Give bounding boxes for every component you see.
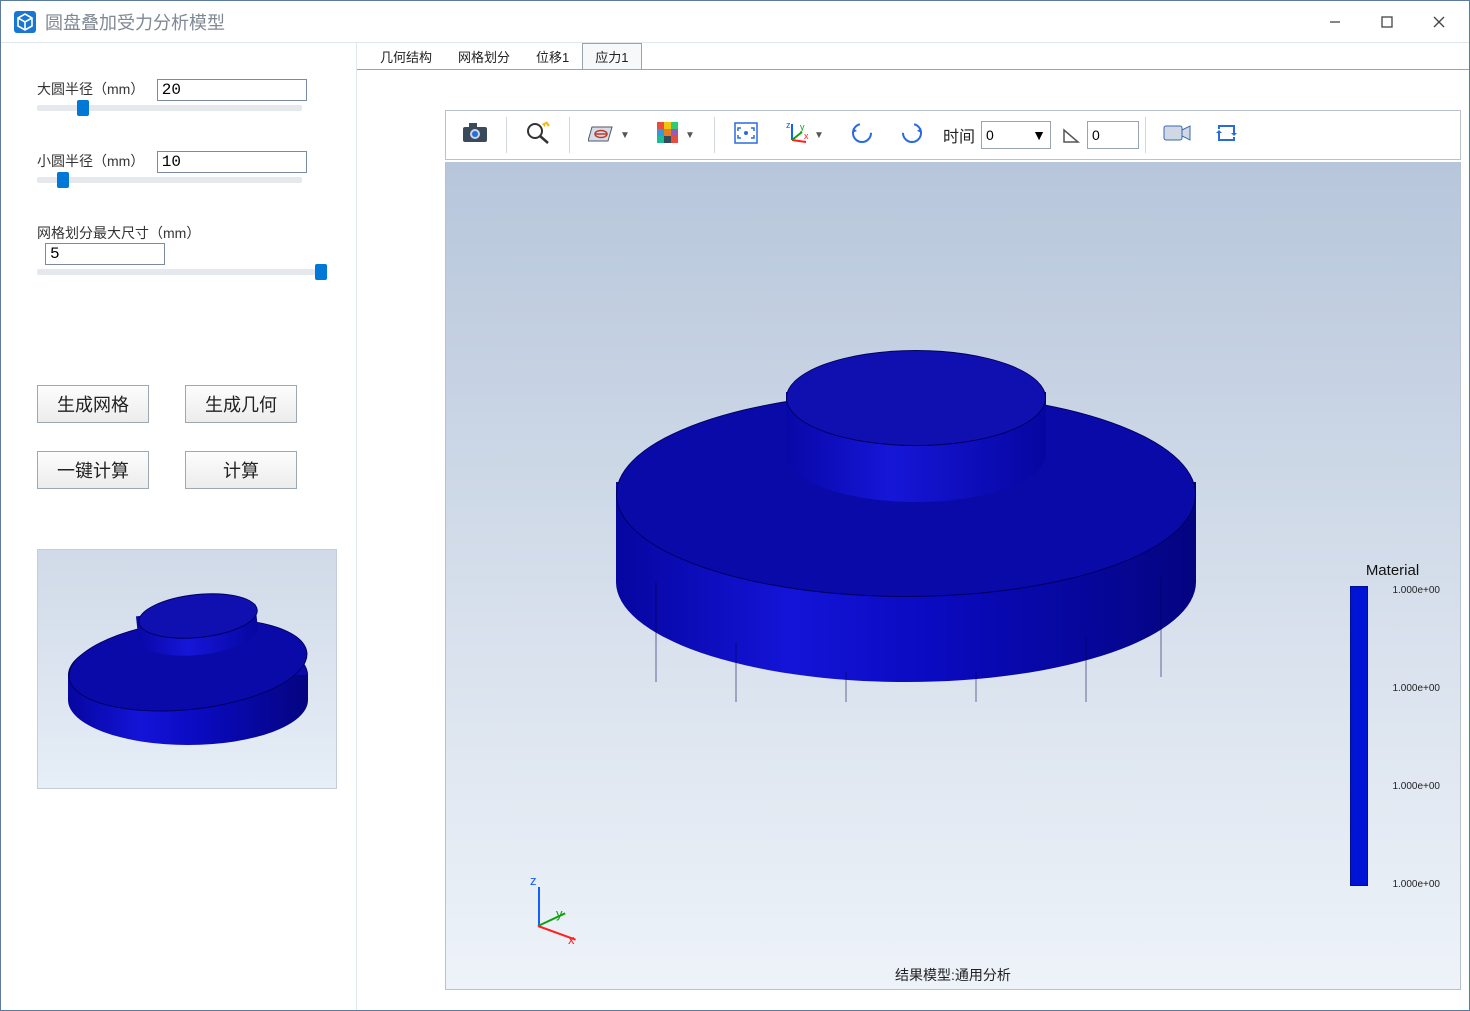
param-small-radius: 小圆半径（mm） <box>37 151 332 183</box>
legend-tick: 1.000e+00 <box>1392 880 1440 890</box>
axis-triad: z y x <box>516 879 586 949</box>
clipping-dropdown[interactable]: ▼ <box>578 114 640 156</box>
preview-thumbnail <box>37 549 337 789</box>
chevron-down-icon: ▼ <box>814 130 824 141</box>
chevron-down-icon: ▼ <box>620 130 630 141</box>
camera-icon <box>461 121 489 150</box>
viewer: ▼ ▼ zxy▼ 时间 0▼ <box>357 69 1469 1010</box>
mesh-size-input[interactable] <box>45 243 165 265</box>
video-camera-icon <box>1162 121 1192 150</box>
viewer-toolbar: ▼ ▼ zxy▼ 时间 0▼ <box>445 110 1461 160</box>
axis-x-label: x <box>568 932 575 947</box>
record-button[interactable] <box>1154 114 1200 156</box>
tab-displacement[interactable]: 位移1 <box>523 43 582 69</box>
axis-y-label: y <box>556 906 563 921</box>
chevron-down-icon: ▼ <box>685 130 695 141</box>
big-radius-slider[interactable] <box>37 105 302 111</box>
sidebar: 大圆半径（mm） 小圆半径（mm） 网格划分最大尺寸（mm） 生成网格 生成几何… <box>1 43 357 1010</box>
generate-geometry-button[interactable]: 生成几何 <box>185 385 297 423</box>
svg-text:y: y <box>800 122 805 132</box>
window-title: 圆盘叠加受力分析模型 <box>45 9 1309 35</box>
rotate-cw-button[interactable] <box>889 114 935 156</box>
content-area: 几何结构 网格划分 位移1 应力1 ▼ ▼ zxy▼ 时间 0▼ <box>357 43 1469 1010</box>
axis-icon: z xy <box>784 120 810 151</box>
mesh-size-label: 网格划分最大尺寸（mm） <box>37 223 200 243</box>
app-icon <box>11 8 39 36</box>
compute-button[interactable]: 计算 <box>185 451 297 489</box>
legend-title: Material <box>1345 562 1440 579</box>
angle-icon <box>1061 125 1081 145</box>
rotate-cw-icon <box>898 120 926 151</box>
frame-input[interactable] <box>1087 121 1139 149</box>
big-radius-input[interactable] <box>157 79 307 101</box>
legend-tick: 1.000e+00 <box>1392 684 1440 694</box>
colormap-dropdown[interactable]: ▼ <box>644 114 706 156</box>
legend-bar <box>1350 586 1368 886</box>
generate-mesh-button[interactable]: 生成网格 <box>37 385 149 423</box>
axis-orientation-dropdown[interactable]: z xy ▼ <box>773 114 835 156</box>
minimize-button[interactable] <box>1309 2 1361 42</box>
legend-tick: 1.000e+00 <box>1392 586 1440 596</box>
axis-z-label: z <box>530 873 537 888</box>
tabbar: 几何结构 网格划分 位移1 应力1 <box>357 43 1469 69</box>
zoom-tool-button[interactable] <box>515 114 561 156</box>
titlebar: 圆盘叠加受力分析模型 <box>1 1 1469 43</box>
tab-mesh[interactable]: 网格划分 <box>445 43 523 69</box>
loop-icon <box>1214 121 1240 150</box>
clip-plane-icon <box>588 121 616 150</box>
slider-thumb[interactable] <box>57 172 69 188</box>
close-button[interactable] <box>1413 2 1465 42</box>
svg-text:x: x <box>804 131 809 141</box>
legend-tick: 1.000e+00 <box>1392 782 1440 792</box>
snapshot-button[interactable] <box>452 114 498 156</box>
big-radius-label: 大圆半径（mm） <box>37 79 144 99</box>
time-label: 时间 <box>943 123 975 147</box>
slider-thumb[interactable] <box>315 264 327 280</box>
param-mesh-size: 网格划分最大尺寸（mm） <box>37 223 332 275</box>
status-text: 结果模型:通用分析 <box>446 965 1460 985</box>
tab-stress[interactable]: 应力1 <box>582 43 641 70</box>
slider-thumb[interactable] <box>77 100 89 116</box>
3d-canvas[interactable]: z y x Material 1.000e+00 1.000e+00 1.000… <box>445 162 1461 990</box>
fit-screen-icon <box>732 120 760 151</box>
param-big-radius: 大圆半径（mm） <box>37 79 332 111</box>
maximize-button[interactable] <box>1361 2 1413 42</box>
small-radius-slider[interactable] <box>37 177 302 183</box>
small-radius-input[interactable] <box>157 151 307 173</box>
action-buttons: 生成网格 生成几何 一键计算 计算 <box>37 385 297 489</box>
rubik-cube-icon <box>655 120 681 151</box>
loop-button[interactable] <box>1204 114 1250 156</box>
chevron-down-icon: ▼ <box>1032 127 1046 143</box>
mesh-size-slider[interactable] <box>37 269 327 275</box>
color-legend: Material 1.000e+00 1.000e+00 1.000e+00 1… <box>1345 562 1440 583</box>
small-radius-label: 小圆半径（mm） <box>37 151 144 171</box>
time-value: 0 <box>986 127 994 143</box>
magnifier-icon <box>524 120 552 151</box>
time-select[interactable]: 0▼ <box>981 121 1051 149</box>
svg-text:z: z <box>786 120 791 130</box>
fit-view-button[interactable] <box>723 114 769 156</box>
rotate-ccw-icon <box>848 120 876 151</box>
rotate-ccw-button[interactable] <box>839 114 885 156</box>
tab-geometry[interactable]: 几何结构 <box>367 43 445 69</box>
one-click-compute-button[interactable]: 一键计算 <box>37 451 149 489</box>
